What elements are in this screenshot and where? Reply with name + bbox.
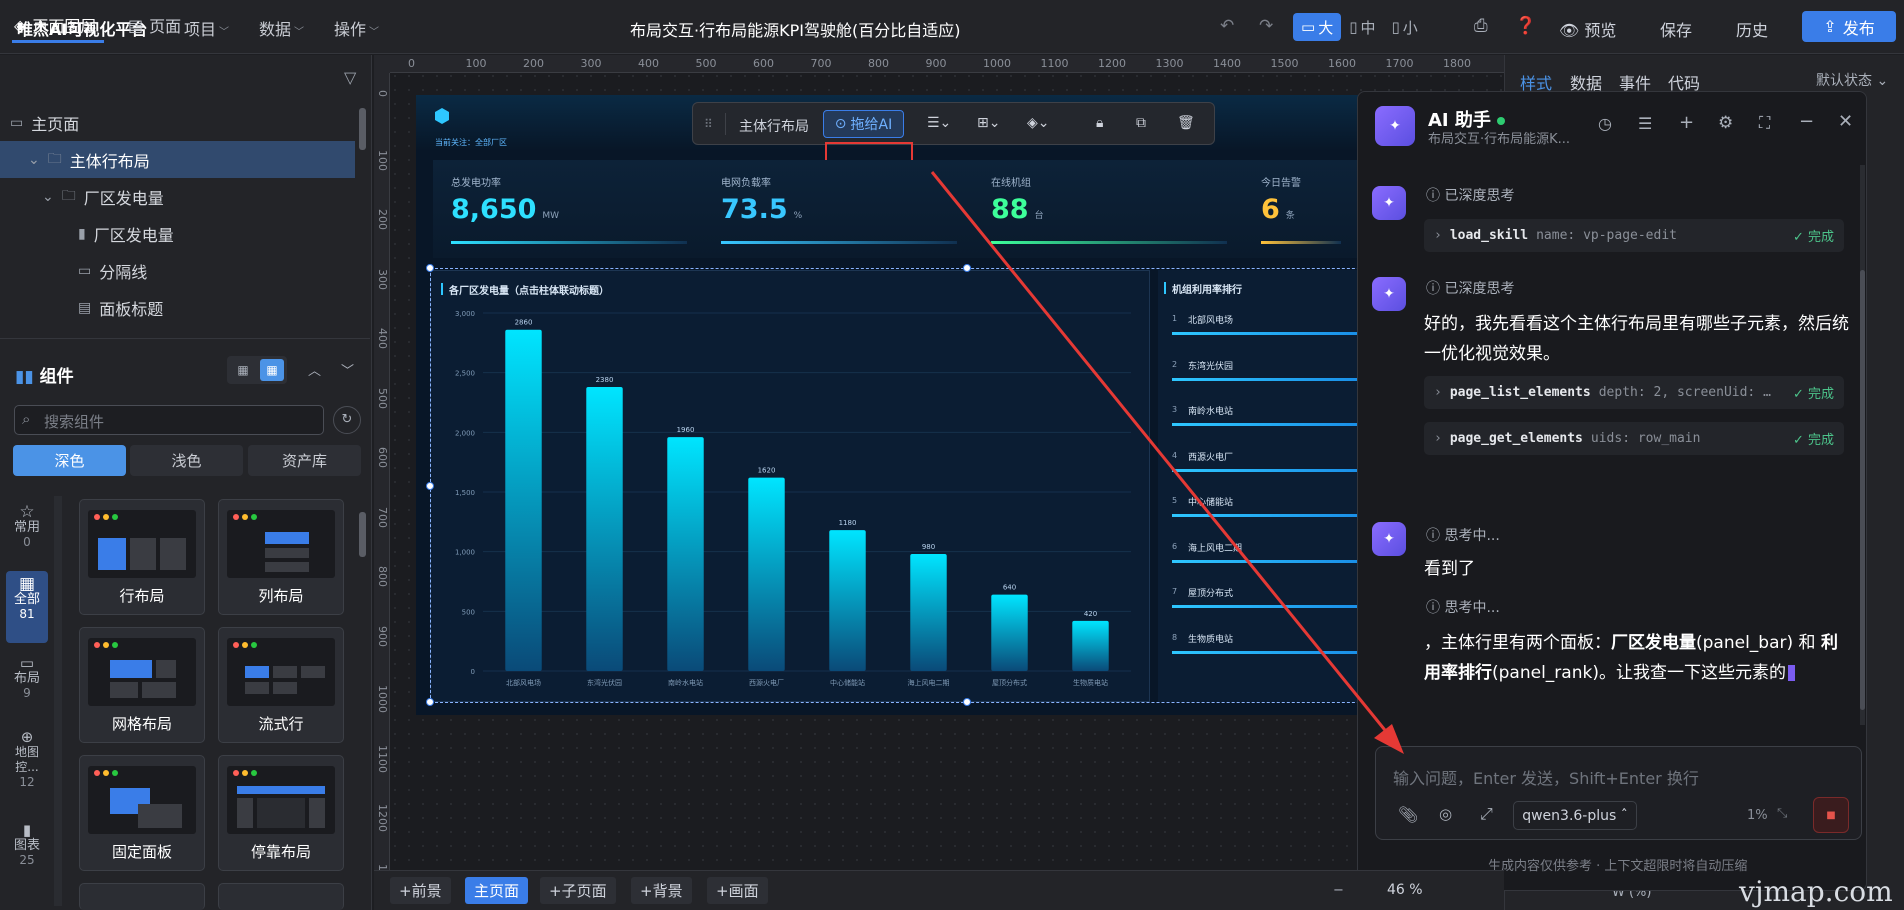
add-scene-button[interactable]: +画面 (707, 877, 768, 904)
main-page-tab[interactable]: 主页面 (465, 877, 529, 904)
add-foreground-button[interactable]: +前景 (390, 877, 451, 904)
arrow-line (930, 171, 1395, 741)
add-subpage-button[interactable]: +子页面 (540, 877, 616, 904)
arrow-head (1374, 724, 1404, 754)
watermark: vjmap.com (1739, 875, 1893, 908)
zoom-out-icon[interactable]: − (1333, 883, 1344, 898)
annotation-arrow (930, 171, 1404, 754)
add-background-button[interactable]: +背景 (631, 877, 692, 904)
zoom-level: 46 % (1387, 882, 1423, 898)
